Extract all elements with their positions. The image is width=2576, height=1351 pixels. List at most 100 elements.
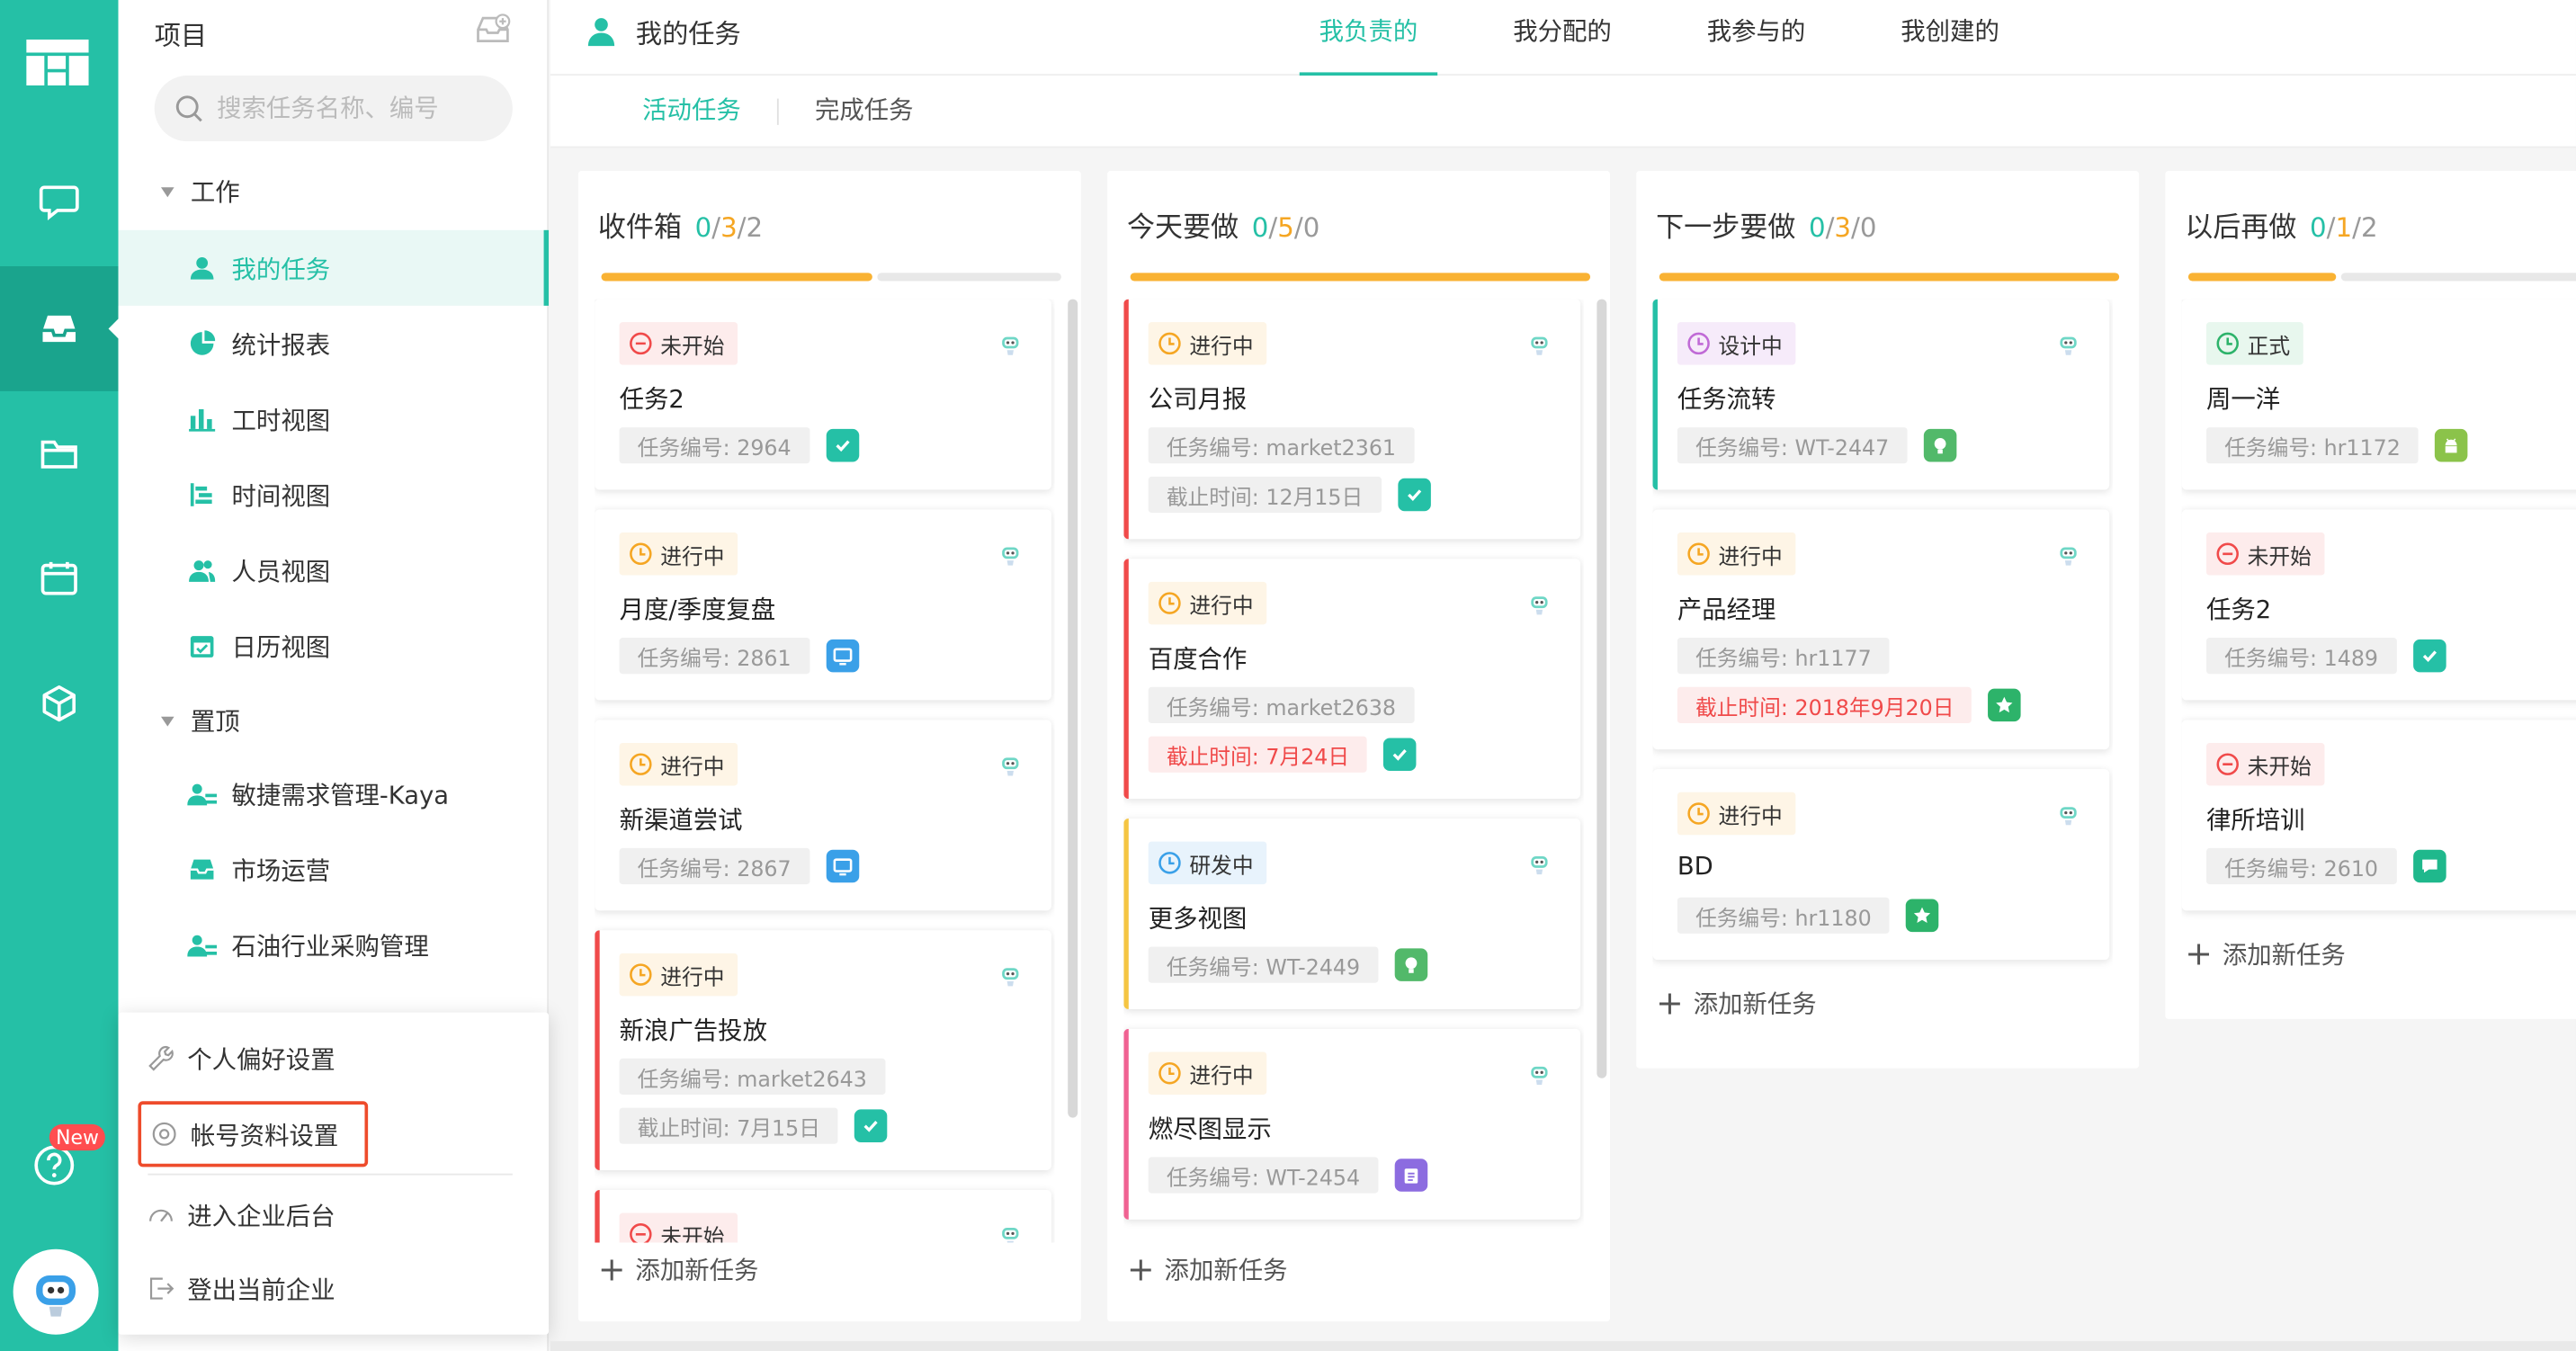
column-scrollbar[interactable] [1068, 299, 1078, 1243]
column-scrollbar[interactable] [1597, 299, 1607, 1243]
menu-preferences[interactable]: 个人偏好设置 [148, 1025, 335, 1091]
status-badge[interactable]: 未开始 [619, 322, 738, 365]
status-badge[interactable]: 进行中 [619, 953, 738, 997]
robot-assistant-icon[interactable] [2057, 542, 2080, 566]
task-card[interactable]: 进行中 燃尽图显示 任务编号: WT-2454 [1123, 1028, 1581, 1220]
status-badge[interactable]: 进行中 [1148, 322, 1267, 365]
sidebar-item-calendar[interactable]: 日历视图 [119, 608, 550, 684]
robot-assistant-icon[interactable] [999, 1223, 1023, 1243]
robot-assistant-icon[interactable] [2057, 332, 2080, 355]
tab-assigned[interactable]: 我分配的 [1513, 0, 1612, 76]
scrollbar-thumb[interactable] [1068, 299, 1078, 1118]
search-input[interactable] [217, 94, 496, 124]
rail-apps[interactable] [0, 641, 119, 766]
task-card[interactable]: 未开始 任务2 任务编号: 2964 [595, 299, 1051, 490]
group-work[interactable]: 工作 [160, 174, 240, 209]
status-badge[interactable]: 进行中 [619, 742, 738, 786]
status-badge[interactable]: 进行中 [1148, 1051, 1267, 1095]
status-badge[interactable]: 正式 [2205, 322, 2303, 365]
sidebar-item-pinned-project[interactable]: 市场运营 [119, 832, 550, 908]
rail-calendar[interactable] [0, 516, 119, 641]
column-counts: 0/3/0 [1808, 211, 1877, 244]
add-task-button[interactable]: + 添加新任务 [1656, 983, 1817, 1023]
menu-account-settings[interactable]: 帐号资料设置 [138, 1101, 369, 1168]
sidebar-item-timeline[interactable]: 时间视图 [119, 457, 550, 532]
task-card[interactable]: 未开始 [595, 1189, 1051, 1243]
scrollbar-thumb[interactable] [1597, 299, 1607, 1078]
horizontal-scrollbar[interactable] [550, 1341, 2576, 1351]
menu-logout[interactable]: 登出当前企业 [148, 1256, 335, 1321]
status-badge[interactable]: 未开始 [619, 1212, 738, 1243]
task-card[interactable]: 进行中 新渠道尝试 任务编号: 2867 [595, 720, 1051, 911]
robot-assistant-icon[interactable] [999, 753, 1023, 776]
menu-enterprise-admin[interactable]: 进入企业后台 [148, 1182, 335, 1248]
robot-assistant-icon[interactable] [1528, 332, 1552, 355]
robot-assistant-icon[interactable] [999, 963, 1023, 987]
status-badge[interactable]: 进行中 [619, 532, 738, 576]
tab-created[interactable]: 我创建的 [1901, 0, 1999, 76]
add-task-button[interactable]: + 添加新任务 [598, 1249, 759, 1289]
task-card[interactable]: 进行中 百度合作 任务编号: market2638 截止时间: 7月24日 [1123, 559, 1581, 800]
project-member-icon [187, 930, 218, 960]
status-badge[interactable]: 进行中 [1677, 532, 1796, 576]
add-task-button[interactable]: + 添加新任务 [2185, 934, 2346, 973]
add-task-button[interactable]: + 添加新任务 [1127, 1249, 1288, 1289]
subtab-done-tasks[interactable]: 完成任务 [815, 92, 914, 126]
task-card[interactable]: 进行中 月度/季度复盘 任务编号: 2861 [595, 509, 1051, 701]
kanban-column: 以后再做 0/1/2 正式 周一洋 任务编号: hr1172 未开始 任务2 任务编号: 1… [2165, 171, 2576, 1019]
add-project-icon[interactable] [475, 13, 511, 47]
task-card[interactable]: 进行中 BD 任务编号: hr1180 [1652, 769, 2110, 961]
rail-files[interactable] [0, 391, 119, 516]
task-code-tag: 任务编号: WT-2454 [1148, 1157, 1379, 1194]
status-badge[interactable]: 未开始 [2205, 742, 2325, 786]
tab-participated[interactable]: 我参与的 [1707, 0, 1806, 76]
count-active: 1 [2335, 211, 2353, 244]
app-logo-icon[interactable] [26, 39, 89, 86]
robot-assistant-icon[interactable] [999, 542, 1023, 566]
group-pinned[interactable]: 置顶 [160, 703, 240, 738]
user-avatar[interactable] [13, 1248, 99, 1335]
status-badge[interactable]: 进行中 [1677, 792, 1796, 836]
user-task-icon [587, 18, 615, 47]
sidebar-item-my-tasks[interactable]: 我的任务 [118, 229, 550, 306]
task-card[interactable]: 进行中 产品经理 任务编号: hr1177 截止时间: 2018年9月20日 [1652, 509, 2110, 750]
task-card[interactable]: 正式 周一洋 任务编号: hr1172 [2181, 299, 2576, 490]
robot-assistant-icon[interactable] [1528, 1061, 1552, 1086]
status-badge[interactable]: 未开始 [2205, 532, 2325, 576]
task-card[interactable]: 研发中 更多视图 任务编号: WT-2449 [1123, 818, 1581, 1009]
sidebar-item-pinned-project[interactable]: 石油行业采购管理 [119, 908, 550, 983]
rail-chat[interactable] [0, 138, 119, 263]
task-card[interactable]: 进行中 公司月报 任务编号: market2361 截止时间: 12月15日 [1123, 299, 1581, 540]
tab-label: 我参与的 [1706, 16, 1806, 47]
task-card[interactable]: 进行中 新浪广告投放 任务编号: market2643 截止时间: 7月15日 [595, 930, 1051, 1171]
status-badge[interactable]: 研发中 [1148, 841, 1267, 885]
subtab-active-tasks[interactable]: 活动任务 [642, 92, 741, 126]
status-label: 未开始 [2247, 544, 2312, 570]
robot-assistant-icon[interactable] [999, 332, 1023, 355]
sidebar-item-pinned-project[interactable]: 敏捷需求管理-Kaya [119, 756, 550, 832]
people-icon [187, 556, 217, 586]
column-header[interactable]: 以后再做 0/1/2 [2185, 204, 2377, 246]
sidebar-item-worktime[interactable]: 工时视图 [119, 381, 550, 457]
count-done: 0 [2310, 211, 2327, 244]
column-header[interactable]: 下一步要做 0/3/0 [1656, 204, 1876, 246]
task-card[interactable]: 未开始 任务2 任务编号: 1489 [2181, 509, 2576, 701]
sidebar-item-label: 统计报表 [231, 329, 331, 360]
robot-assistant-icon[interactable] [1528, 592, 1552, 615]
robot-assistant-icon[interactable] [2057, 802, 2080, 826]
task-card[interactable]: 设计中 任务流转 任务编号: WT-2447 [1652, 299, 2110, 490]
rail-tasks[interactable] [0, 266, 119, 391]
column-header[interactable]: 今天要做 0/5/0 [1127, 204, 1319, 246]
status-badge[interactable]: 进行中 [1148, 581, 1267, 625]
status-badge[interactable]: 设计中 [1677, 322, 1796, 365]
task-card[interactable]: 未开始 律所培训 任务编号: 2610 [2181, 720, 2576, 911]
progress-segment-grey [877, 273, 1061, 282]
tab-responsible[interactable]: 我负责的 [1299, 0, 1438, 76]
robot-assistant-icon[interactable] [1528, 852, 1552, 875]
status-label: 研发中 [1189, 854, 1254, 879]
sidebar-item-people[interactable]: 人员视图 [119, 532, 550, 608]
add-task-label: 添加新任务 [1164, 1255, 1288, 1285]
column-header[interactable]: 收件箱 0/3/2 [598, 204, 763, 246]
sidebar-item-stats[interactable]: 统计报表 [119, 306, 550, 381]
status-label: 进行中 [1718, 544, 1783, 570]
